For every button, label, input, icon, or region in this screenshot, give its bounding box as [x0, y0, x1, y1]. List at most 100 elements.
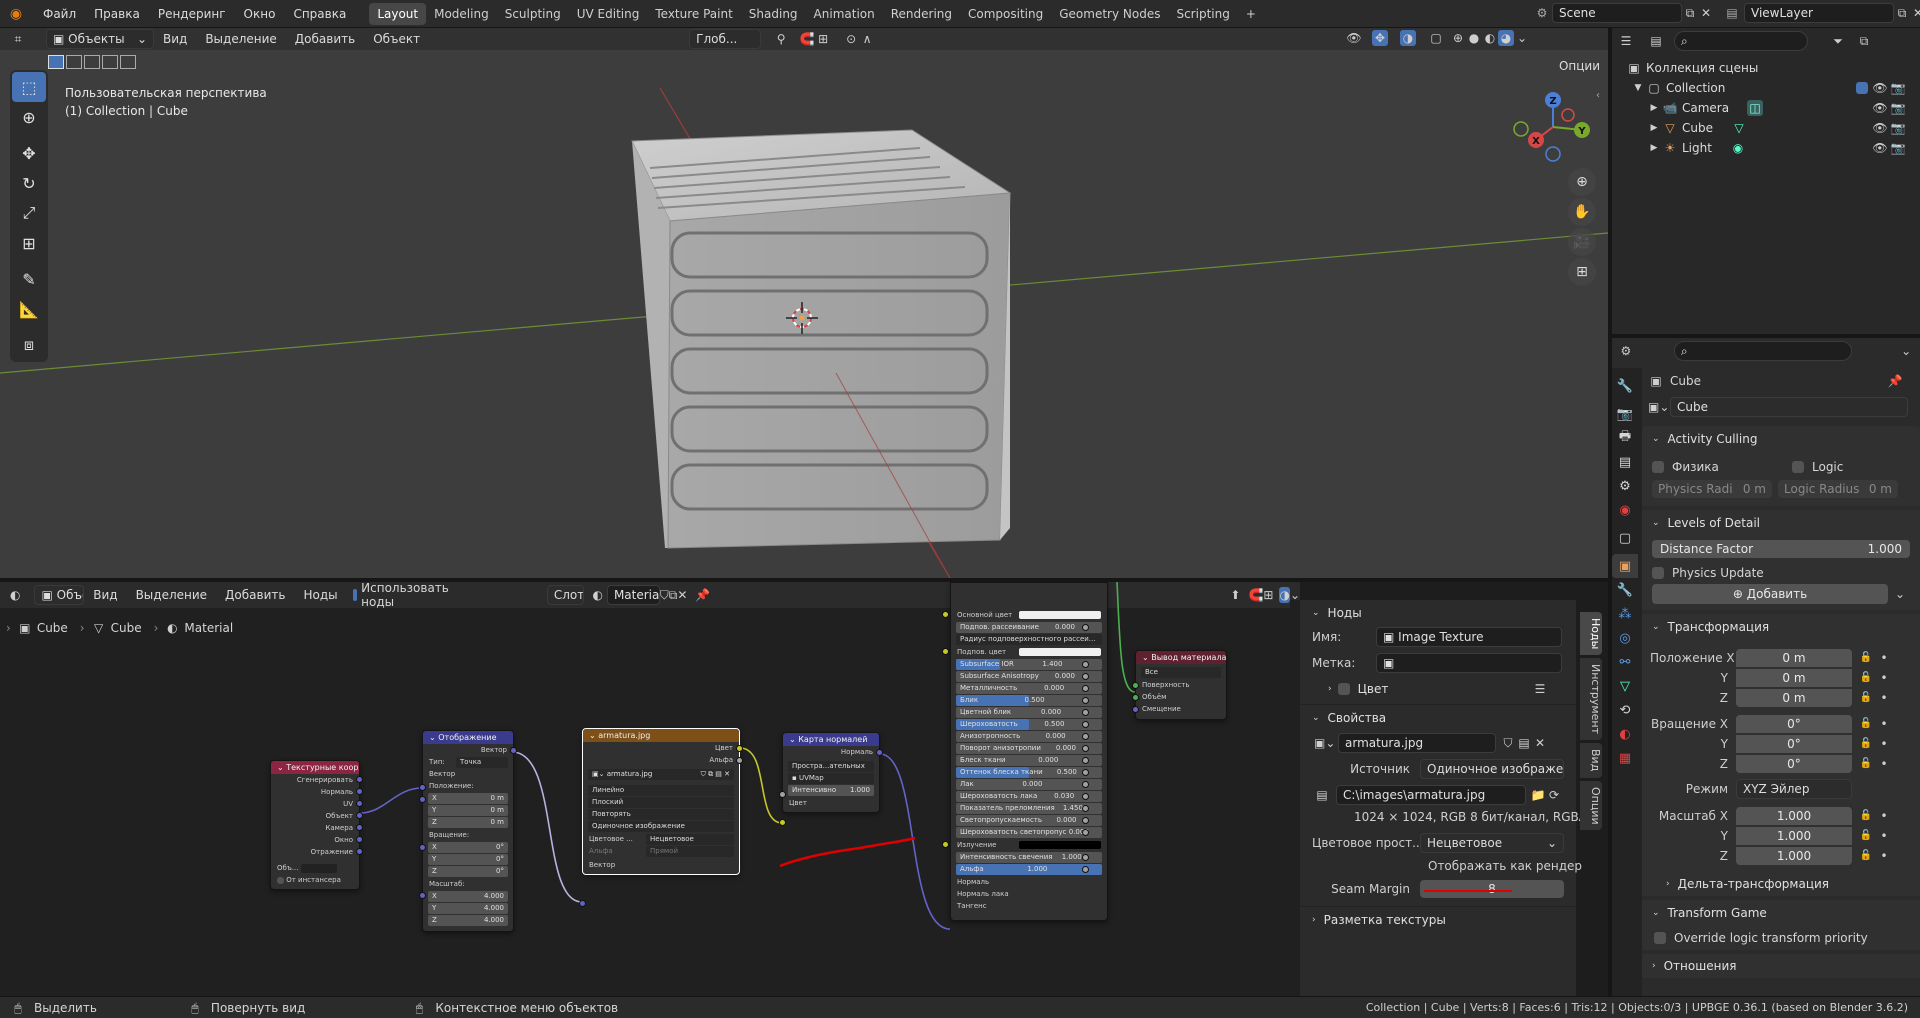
outliner-row-cube[interactable]: ▶ ▽ Cube ▽ 👁 📷 [1612, 118, 1920, 138]
tab-layout[interactable]: Layout [369, 2, 427, 25]
transform-value-field[interactable]: 0 m [1736, 668, 1852, 687]
new-scene-icon[interactable]: ⧉ [1682, 5, 1698, 21]
bsdf-value-slider[interactable]: Поворот анизотропии 0.000 [956, 743, 1102, 754]
physics-checkbox[interactable] [1652, 461, 1664, 473]
output-target-dropdown[interactable]: Все [1141, 667, 1221, 678]
select-subtract-icon[interactable] [84, 55, 100, 69]
uvmap-field[interactable]: ▪ UVMap [788, 773, 874, 784]
bsdf-value-slider[interactable]: Subsurface Anisotropy 0.000 [956, 671, 1102, 682]
menu-window[interactable]: Окно [235, 0, 285, 28]
collection-include-checkbox[interactable] [1856, 82, 1868, 94]
bsdf-input-socket[interactable] [1082, 829, 1089, 836]
expand-icon[interactable]: ▼ [1630, 80, 1646, 96]
render-camera-icon[interactable]: 📷 [1890, 100, 1906, 116]
strength-field[interactable]: Интенсивно 1.000 [788, 785, 874, 796]
visibility-icon[interactable]: 👁 [1346, 30, 1362, 46]
proportional-edit-icon[interactable]: ⊙ [843, 31, 859, 47]
lock-icon[interactable]: 🔓 [1858, 808, 1874, 824]
measure-tool-icon[interactable]: 📐 [12, 294, 46, 324]
bsdf-value-slider[interactable]: Subsurface IOR 1.400 [956, 659, 1102, 670]
texture-mapping-panel[interactable]: › Разметка текстуры [1300, 906, 1576, 932]
image-browse-icon[interactable]: ▣⌄ [1314, 735, 1335, 751]
camera-data-icon[interactable]: ◫ [1747, 100, 1764, 116]
bsdf-input-socket[interactable] [942, 611, 949, 618]
expand-icon[interactable]: ▶ [1646, 120, 1662, 136]
node-color-checkbox[interactable] [1337, 683, 1350, 695]
mode-dropdown[interactable]: ▣ Объекты ⌄ [46, 29, 154, 49]
bsdf-input-socket[interactable] [1082, 673, 1089, 680]
viewlayer-field[interactable]: ViewLayer [1744, 3, 1894, 23]
lock-icon[interactable]: 🔓 [1858, 670, 1874, 686]
properties-editor-icon[interactable]: ⚙ [1618, 343, 1634, 359]
bsdf-input-socket[interactable] [1082, 866, 1089, 873]
bsdf-value-slider[interactable]: Интенсивность свечения 1.000 [956, 852, 1102, 863]
visibility-eye-icon[interactable]: 👁 [1872, 120, 1888, 136]
overlay-toggle-icon[interactable]: ◑ [1400, 30, 1416, 46]
bsdf-value-slider[interactable]: Альфа 1.000 [956, 864, 1102, 875]
annotate-tool-icon[interactable]: ✎ [12, 264, 46, 294]
bsdf-input-socket[interactable] [1081, 721, 1089, 728]
node-editor[interactable]: ◐ ▣ Объект⌄ Вид Выделение Добавить Ноды … [0, 582, 1300, 996]
transform-game-panel[interactable]: ⌄ Transform Game [1642, 900, 1920, 926]
tab-uv-editing[interactable]: UV Editing [569, 3, 648, 25]
new-viewlayer-icon[interactable]: ⧉ [1894, 5, 1910, 21]
node-label-field[interactable]: ▣ [1376, 653, 1562, 673]
render-camera-icon[interactable]: 📷 [1890, 80, 1906, 96]
unlink-image-icon[interactable]: ✕ [1532, 735, 1548, 751]
rotation-mode-dropdown[interactable]: XYZ Эйлер [1736, 779, 1852, 799]
bsdf-input-socket[interactable] [1082, 769, 1089, 776]
constraints-tab-icon[interactable]: ⚯ [1612, 650, 1638, 674]
3d-viewport[interactable]: Z Y X ⌗ ▣ Объекты ⌄ Вид Выделение Добавит… [0, 28, 1608, 578]
color-presets-icon[interactable]: ☰ [1532, 681, 1548, 697]
world-tab-icon[interactable]: ◉ [1612, 498, 1638, 522]
properties-panel-header[interactable]: ⌄ Свойства [1300, 704, 1576, 730]
logic-checkbox[interactable] [1792, 461, 1804, 473]
nodes-panel-header[interactable]: ⌄ Ноды [1300, 602, 1576, 624]
select-invert-icon[interactable] [102, 55, 118, 69]
bsdf-input-socket[interactable] [1082, 745, 1089, 752]
vp-menu-object[interactable]: Объект [364, 28, 429, 53]
object-name-field[interactable]: Cube [1670, 397, 1908, 417]
outliner-search[interactable]: ⌕ [1674, 31, 1808, 51]
interpolation-dropdown[interactable]: Линейно [588, 785, 734, 796]
tab-shading[interactable]: Shading [741, 3, 806, 25]
color-subpanel[interactable]: › Цвет ☰ [1300, 676, 1576, 702]
ortho-grid-icon[interactable]: ⊞ [1568, 258, 1596, 286]
rotate-tool-icon[interactable]: ↻ [12, 168, 46, 198]
lock-icon[interactable]: 🔓 [1858, 690, 1874, 706]
snap-icon[interactable]: 🧲 [799, 31, 815, 47]
viewlayer-icon[interactable]: ▤ [1724, 5, 1740, 21]
bsdf-input-socket[interactable] [942, 841, 949, 848]
bsdf-input-socket[interactable] [1081, 805, 1089, 812]
keyframe-dot-icon[interactable]: • [1876, 650, 1892, 666]
bsdf-value-slider[interactable]: Анизотропность 0.000 [956, 731, 1102, 742]
outliner-mode-icon[interactable]: ▤ [1648, 33, 1664, 49]
blender-logo-icon[interactable]: ◉ [8, 6, 24, 22]
menu-file[interactable]: Файл [34, 0, 85, 28]
delete-scene-icon[interactable]: ✕ [1698, 5, 1714, 21]
node-material-output[interactable]: ⌄ Вывод материала Все Поверхность Объём … [1132, 650, 1227, 720]
object-browse-icon[interactable]: ▣⌄ [1648, 399, 1669, 415]
visibility-eye-icon[interactable]: 👁 [1872, 100, 1888, 116]
bsdf-input-socket[interactable] [1082, 661, 1089, 668]
tab-texture-paint[interactable]: Texture Paint [647, 3, 740, 25]
colorspace-dropdown[interactable]: Нецветовое [646, 834, 734, 845]
expand-icon[interactable]: ▶ [1646, 140, 1662, 156]
material-tab-icon[interactable]: ◐ [1612, 722, 1638, 746]
lod-dropdown-icon[interactable]: ⌄ [1892, 586, 1908, 602]
from-instancer-row[interactable]: От инстансера [271, 874, 359, 886]
xray-icon[interactable]: ▢ [1428, 30, 1444, 46]
transform-value-field[interactable]: 0° [1736, 754, 1852, 773]
transform-value-field[interactable]: 1.000 [1736, 846, 1852, 865]
outliner-row-camera[interactable]: ▶ 📹 Camera ◫ 👁 📷 [1612, 98, 1920, 118]
fake-user-icon[interactable]: ⛉ [1500, 735, 1516, 751]
select-extend-icon[interactable] [66, 55, 82, 69]
lock-icon[interactable]: 🔓 [1858, 756, 1874, 772]
keyframe-dot-icon[interactable]: • [1876, 670, 1892, 686]
vp-menu-add[interactable]: Добавить [286, 28, 364, 53]
add-cube-tool-icon[interactable]: ⧈ [12, 330, 46, 360]
color-swatch[interactable] [1019, 841, 1101, 849]
delete-viewlayer-icon[interactable]: ✕ [1910, 5, 1920, 21]
lock-icon[interactable]: 🔓 [1858, 716, 1874, 732]
space-dropdown[interactable]: Простра...ательных [788, 761, 874, 772]
